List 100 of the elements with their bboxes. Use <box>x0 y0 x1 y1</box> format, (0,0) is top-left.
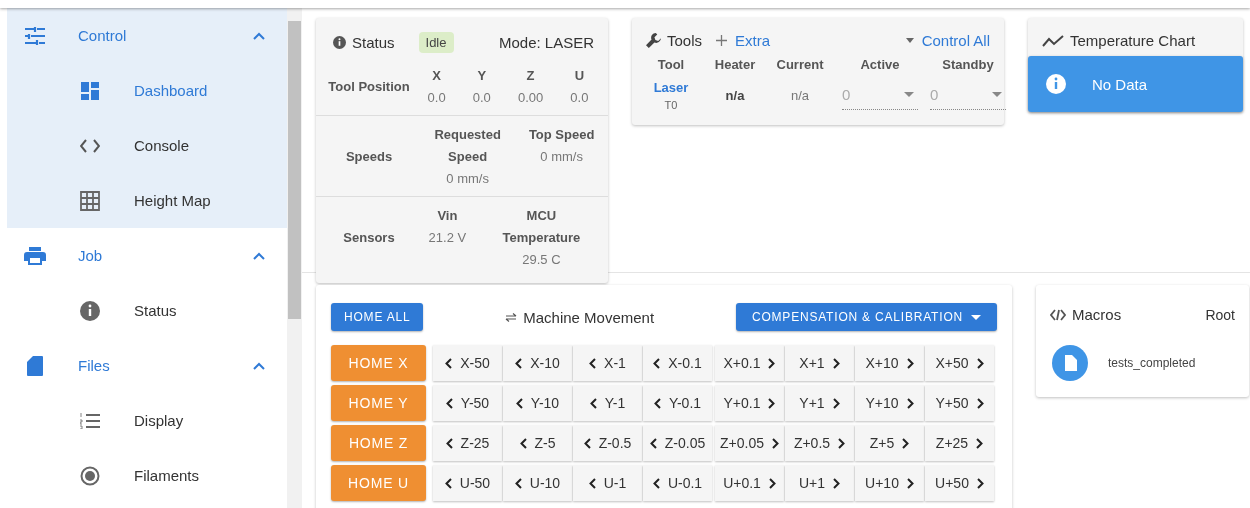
control-all-link[interactable]: Control All <box>905 32 990 49</box>
column-heading: Active <box>859 57 901 72</box>
chevron-left-icon <box>589 357 597 369</box>
nav-item[interactable]: Filaments <box>7 448 287 503</box>
code-icon <box>80 138 100 153</box>
chevron-right-icon <box>832 397 840 409</box>
status-chip: Idle <box>418 32 454 53</box>
row-label: Sensors <box>342 229 396 247</box>
column-heading: MCU Temperature <box>501 207 582 247</box>
jog-button[interactable]: Z-0.5 <box>573 425 642 461</box>
nav-item[interactable]: Console <box>7 118 287 173</box>
chevron-right-icon <box>768 477 776 489</box>
jog-button[interactable]: Y-10 <box>503 385 572 421</box>
jog-button[interactable]: Z-0.05 <box>643 425 712 461</box>
chevron-left-icon <box>519 437 527 449</box>
jog-button[interactable]: U+10 <box>855 465 924 501</box>
jog-button[interactable]: Z+5 <box>855 425 924 461</box>
column-heading: Vin <box>437 207 458 225</box>
chevron-right-icon <box>906 397 914 409</box>
jog-button[interactable]: X+10 <box>855 345 924 381</box>
mode-label: Mode: LASER <box>498 34 594 51</box>
wrench-icon <box>646 33 661 48</box>
value-text: 0 mm/s <box>540 148 583 166</box>
chevron-right-icon <box>833 477 841 489</box>
jog-button[interactable]: X-50 <box>433 345 502 381</box>
column-heading: Current <box>775 57 825 72</box>
jog-button[interactable]: Y-50 <box>433 385 502 421</box>
sliders-icon <box>25 26 45 45</box>
chevron-right-icon <box>768 357 776 369</box>
card-title: Macros <box>1072 306 1122 323</box>
jog-button[interactable]: U+50 <box>925 465 994 501</box>
chevron-right-icon <box>838 437 846 449</box>
jog-button[interactable]: Z-25 <box>433 425 502 461</box>
chevron-left-icon <box>445 357 453 369</box>
chevron-left-icon <box>653 357 661 369</box>
nav-item[interactable]: Dashboard <box>7 63 287 118</box>
column-heading: Y <box>477 67 487 85</box>
chevron-left-icon <box>583 437 591 449</box>
nav-group[interactable]: Job <box>7 228 287 283</box>
swap-arrows-icon <box>505 312 518 322</box>
value-text: 21.2 V <box>428 229 467 247</box>
caret-icon <box>971 314 981 320</box>
info-icon <box>80 300 100 321</box>
jog-button[interactable]: X+50 <box>925 345 994 381</box>
jog-button[interactable]: Y-0.1 <box>643 385 712 421</box>
chevron-left-icon <box>445 437 453 449</box>
jog-button[interactable]: Z+0.5 <box>785 425 854 461</box>
nav-group[interactable]: Control <box>7 8 287 63</box>
jog-button[interactable]: X+1 <box>785 345 854 381</box>
jog-button[interactable]: Y+10 <box>855 385 924 421</box>
scrollbar[interactable] <box>287 8 302 508</box>
jog-button[interactable]: X-10 <box>503 345 572 381</box>
tool-number: T0 <box>664 99 678 111</box>
jog-button[interactable]: Y+1 <box>785 385 854 421</box>
chevron-left-icon <box>515 357 523 369</box>
jog-button[interactable]: X+0.1 <box>715 345 784 381</box>
compensation-dropdown-button[interactable]: COMPENSATION & CALIBRATION <box>735 303 997 331</box>
extra-link[interactable]: Extra <box>716 32 771 49</box>
info-icon <box>333 36 346 49</box>
jog-button[interactable]: U-10 <box>503 465 572 501</box>
numbered-list-icon <box>80 412 100 429</box>
card-title: Tools <box>667 32 703 49</box>
jog-button[interactable]: U-0.1 <box>643 465 712 501</box>
chevron-right-icon <box>976 477 984 489</box>
jog-button[interactable]: U-50 <box>433 465 502 501</box>
jog-button[interactable]: Z-5 <box>503 425 572 461</box>
column-heading: Z <box>526 67 535 85</box>
jog-button[interactable]: U-1 <box>573 465 642 501</box>
jog-button[interactable]: Y-1 <box>573 385 642 421</box>
dashboard-icon <box>81 81 99 100</box>
row-label: Speeds <box>344 148 394 166</box>
chevron-left-icon <box>589 397 597 409</box>
chevron-left-icon <box>652 477 660 489</box>
chevron-up-icon <box>253 361 265 370</box>
grid-icon <box>80 190 100 211</box>
home-all-button[interactable]: HOME ALL <box>331 303 424 331</box>
nav-item[interactable]: Display <box>7 393 287 448</box>
jog-button[interactable]: U+0.1 <box>715 465 784 501</box>
chevron-up-icon <box>253 251 265 260</box>
card-title: Temperature Chart <box>1070 32 1196 49</box>
folder-label: Root <box>1205 306 1235 323</box>
jog-button[interactable]: Y+0.1 <box>715 385 784 421</box>
jog-button[interactable]: Z+25 <box>925 425 994 461</box>
jog-button[interactable]: X-1 <box>573 345 642 381</box>
column-heading: U <box>574 67 585 85</box>
jog-button[interactable]: Z+0.05 <box>715 425 784 461</box>
nav-item[interactable]: Status <box>7 283 287 338</box>
nav-item[interactable]: Height Map <box>7 173 287 228</box>
nav-group[interactable]: Files <box>7 338 287 393</box>
chevron-right-icon <box>976 357 984 369</box>
chevron-left-icon <box>445 397 453 409</box>
jog-button[interactable]: X-0.1 <box>643 345 712 381</box>
jog-button[interactable]: Y+50 <box>925 385 994 421</box>
file-icon <box>1052 345 1088 381</box>
value-text: 0 mm/s <box>446 170 489 188</box>
chevron-left-icon <box>649 437 657 449</box>
macro-item[interactable]: tests_completed <box>1036 345 1249 381</box>
jog-button[interactable]: U+1 <box>785 465 854 501</box>
tool-link[interactable]: Laser <box>653 80 689 95</box>
chevron-right-icon <box>902 437 910 449</box>
